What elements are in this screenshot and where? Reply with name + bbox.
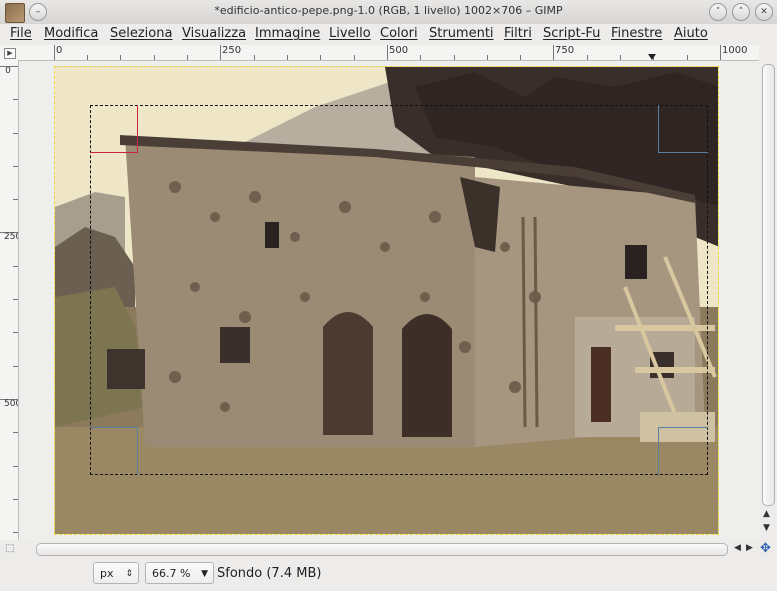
zoom-value: 66.7 % (152, 567, 191, 580)
menu-script-fu[interactable]: Script-Fu (543, 26, 600, 41)
status-bar: px ⇕ 66.7 % ▼ Sfondo (7.4 MB) (0, 558, 777, 591)
chevron-down-icon: ▼ (201, 569, 208, 579)
window-title: *edificio-antico-pepe.png-1.0 (RGB, 1 li… (214, 4, 563, 17)
horizontal-scrollbar[interactable]: ◀ ▶ (18, 540, 759, 558)
unit-selector[interactable]: px ⇕ (93, 562, 139, 584)
unit-value: px (100, 567, 114, 580)
selection-handle[interactable] (90, 427, 138, 475)
ruler-label: 750 (555, 45, 575, 56)
image-photo[interactable] (54, 66, 719, 535)
pointer-marker (648, 54, 656, 60)
ruler-label: 500 (4, 399, 18, 409)
quick-mask-icon[interactable]: ⬚ (5, 543, 14, 554)
menu-aiuto[interactable]: Aiuto (674, 26, 708, 41)
maximize-button[interactable]: ˄ (732, 3, 750, 21)
vertical-scroll-thumb[interactable] (762, 64, 775, 506)
minimize-button[interactable]: ˅ (709, 3, 727, 21)
ruler-label: 250 (222, 45, 242, 56)
horizontal-ruler[interactable]: 0 250 500 750 1000 (18, 45, 759, 61)
maximize-icon: ˄ (738, 7, 744, 17)
ruler-label: 500 (389, 45, 409, 56)
menu-finestre[interactable]: Finestre (611, 26, 662, 41)
ruler-corner: ▶ (0, 45, 19, 62)
title-bar: – *edificio-antico-pepe.png-1.0 (RGB, 1 … (0, 0, 777, 25)
scroll-left-icon[interactable]: ◀ (734, 543, 741, 553)
ruler-label: 250 (4, 232, 18, 242)
menu-filtri[interactable]: Filtri (504, 26, 532, 41)
menu-colori[interactable]: Colori (380, 26, 418, 41)
scroll-up-icon[interactable]: ▲ (763, 509, 770, 519)
menu-visualizza[interactable]: Visualizza (182, 26, 246, 41)
move-arrows-icon[interactable]: ✥ (760, 541, 771, 556)
menu-livello[interactable]: Livello (329, 26, 371, 41)
layer-info: Sfondo (7.4 MB) (217, 566, 322, 581)
spin-arrows-icon: ⇕ (125, 569, 133, 579)
close-button[interactable]: ✕ (755, 3, 773, 21)
ruler-label: 0 (56, 45, 63, 56)
selection-marquee[interactable] (90, 105, 708, 475)
menu-immagine[interactable]: Immagine (255, 26, 320, 41)
ruler-label: 0 (5, 66, 11, 76)
image-canvas[interactable] (19, 61, 759, 540)
menu-bar: File Modifica Seleziona Visualizza Immag… (0, 24, 777, 45)
horizontal-scroll-thumb[interactable] (36, 543, 728, 556)
ruler-label: 1000 (722, 45, 748, 56)
selection-handle[interactable] (658, 105, 708, 153)
menu-seleziona[interactable]: Seleziona (110, 26, 172, 41)
scroll-down-icon[interactable]: ▼ (763, 523, 770, 533)
scroll-right-icon[interactable]: ▶ (746, 543, 753, 553)
menu-file[interactable]: File (10, 26, 32, 41)
triangle-right-icon[interactable]: ▶ (4, 48, 16, 59)
menu-modifica[interactable]: Modifica (44, 26, 98, 41)
vertical-scrollbar[interactable]: ▲ ▼ (759, 61, 777, 540)
selection-handle[interactable] (90, 105, 138, 153)
minimize-icon: ˅ (715, 7, 721, 17)
zoom-selector[interactable]: 66.7 % ▼ (145, 562, 214, 584)
menu-strumenti[interactable]: Strumenti (429, 26, 494, 41)
selection-handle[interactable] (658, 427, 708, 475)
vertical-ruler[interactable]: 0 250 500 (0, 61, 19, 540)
close-icon: ✕ (760, 7, 768, 17)
